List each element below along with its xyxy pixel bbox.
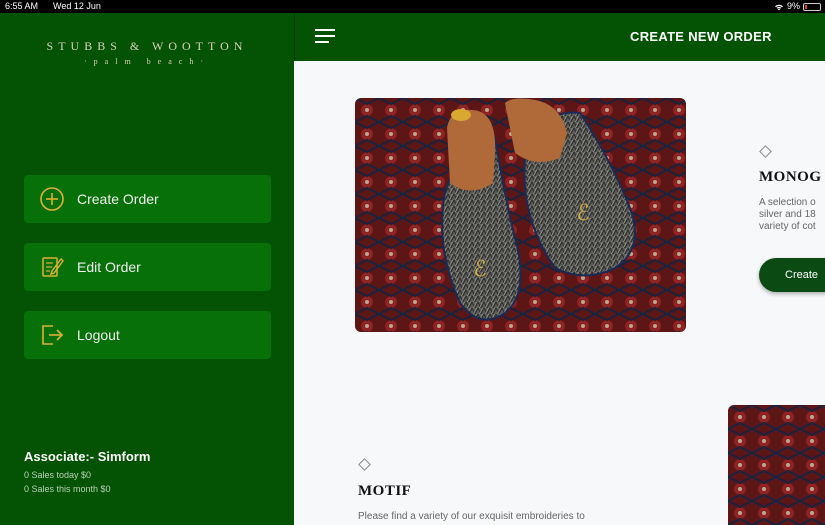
motif-image [728, 405, 825, 525]
sidebar-item-logout[interactable]: Logout [24, 311, 271, 359]
sales-month: 0 Sales this month $0 [24, 484, 111, 494]
status-indicators: 9% [774, 0, 821, 13]
status-bar: 6:55 AM Wed 12 Jun 9% [0, 0, 825, 13]
section-desc-line: A selection o [759, 197, 816, 208]
status-date: Wed 12 Jun [53, 1, 101, 11]
section-title-monogram: MONOG [759, 169, 822, 185]
monogram-slippers-image: ℰ ℰ [355, 98, 686, 332]
battery-percent: 9% [786, 1, 800, 11]
brand-name: STUBBS & WOOTTON [46, 39, 248, 53]
brand-tagline: ·palm beach· [84, 57, 210, 66]
diamond-icon [358, 458, 371, 471]
section-desc-line: silver and 18 [759, 209, 816, 220]
sidebar-item-create-order[interactable]: Create Order [24, 175, 271, 223]
svg-text:ℰ: ℰ [473, 256, 486, 281]
create-monogram-button[interactable]: Create [759, 258, 825, 292]
sales-today: 0 Sales today $0 [24, 470, 92, 480]
main-content: ℰ ℰ MONOG A selection o silver and 18 va… [295, 61, 825, 525]
battery-icon [803, 2, 821, 11]
status-time: 6:55 AM [5, 1, 39, 11]
associate-name: Associate:- Simform [24, 449, 151, 464]
header-bar: CREATE NEW ORDER [294, 13, 825, 61]
section-desc-line: Please find a variety of our exquisit em… [358, 511, 585, 522]
wifi-icon [775, 4, 783, 10]
section-title-motif: MOTIF [358, 483, 412, 499]
sidebar: STUBBS & WOOTTON ·palm beach· Create Ord… [0, 13, 294, 525]
svg-text:ℰ: ℰ [576, 200, 589, 225]
sidebar-item-label: Create Order [77, 191, 159, 207]
plus-circle-icon [40, 187, 64, 211]
sidebar-item-label: Logout [77, 327, 120, 343]
sidebar-item-label: Edit Order [77, 259, 141, 275]
page-title: CREATE NEW ORDER [630, 29, 772, 44]
diamond-icon [759, 145, 772, 158]
sidebar-item-edit-order[interactable]: Edit Order [24, 243, 271, 291]
brand-logo: STUBBS & WOOTTON ·palm beach· [0, 39, 294, 66]
logout-icon [42, 325, 64, 345]
section-desc-line: variety of cot [759, 221, 816, 232]
hamburger-menu-icon[interactable] [315, 29, 335, 43]
edit-document-icon [42, 257, 64, 277]
